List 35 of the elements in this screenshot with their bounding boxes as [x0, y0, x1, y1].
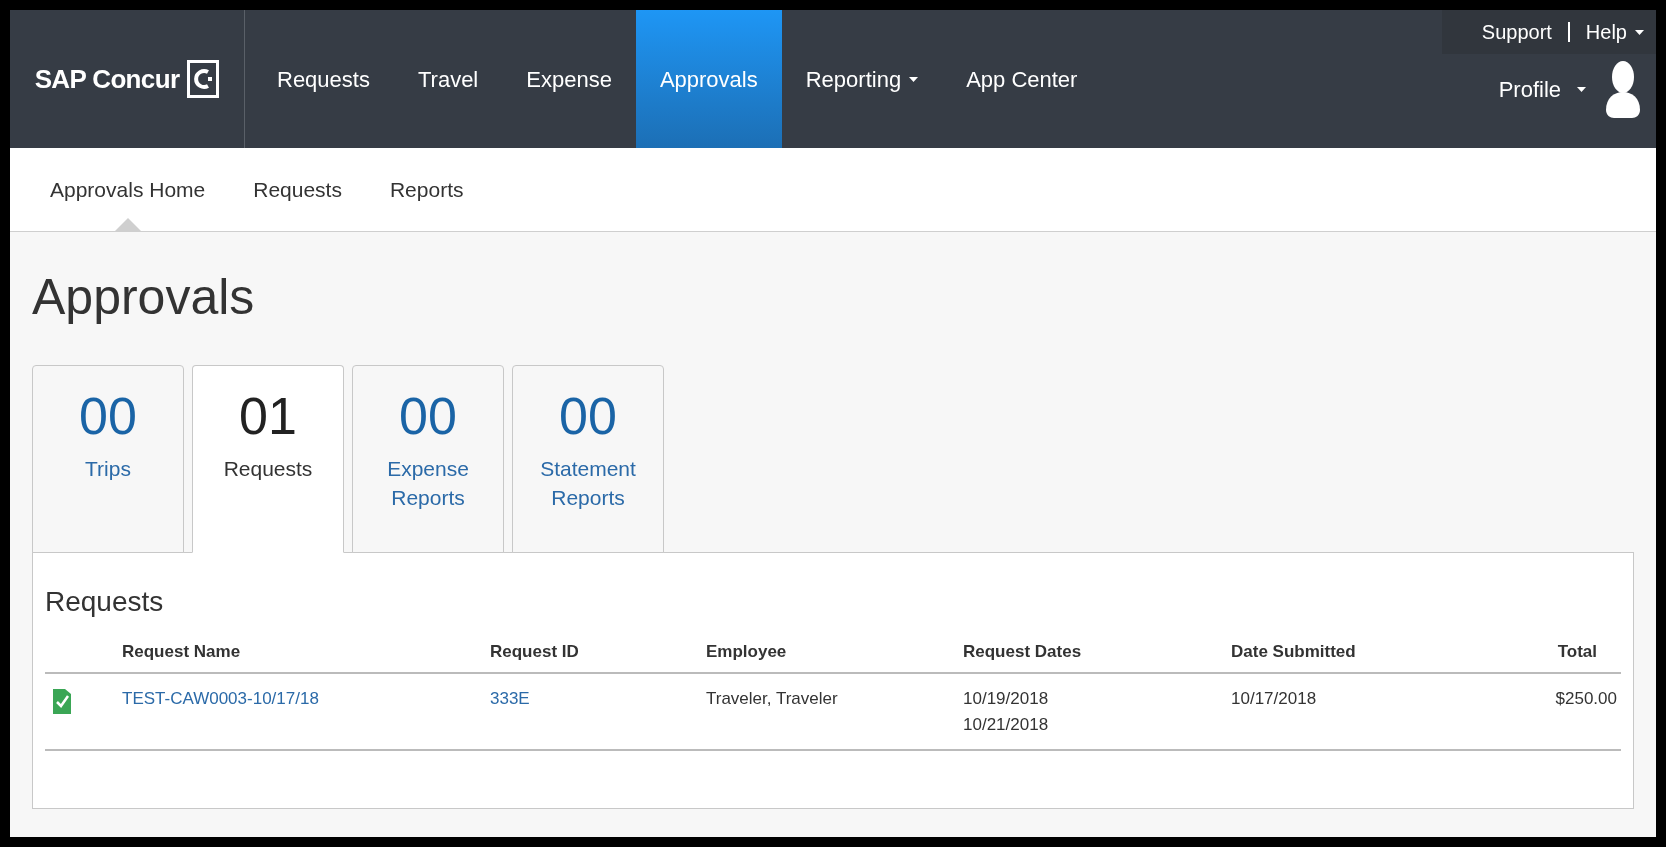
- utility-link[interactable]: Help: [1585, 17, 1644, 47]
- brand-logo-text: SAP Concur: [34, 62, 180, 96]
- profile-menu[interactable]: Profile: [1498, 72, 1586, 106]
- total-cell-text: $250.00: [1555, 688, 1618, 710]
- summary-tab[interactable]: 00 Statement Reports: [512, 364, 664, 553]
- request-date: 10/21/2018: [963, 713, 1050, 736]
- subnav-link[interactable]: Requests: [253, 148, 342, 231]
- request-name-link[interactable]: TEST-CAW0003-10/17/18: [122, 686, 490, 737]
- request-date: 10/19/2018: [963, 688, 1050, 710]
- nav-tab[interactable]: Reporting: [781, 10, 943, 148]
- utility-link[interactable]: Support: [1481, 17, 1552, 47]
- subnav-link[interactable]: Approvals Home: [50, 148, 206, 231]
- caret-icon: [1577, 86, 1586, 92]
- column-header: Total: [1557, 640, 1598, 663]
- column-header: Request Name: [122, 640, 242, 663]
- column-header: Request Dates: [963, 640, 1083, 663]
- nav-tab[interactable]: Approvals: [635, 10, 782, 148]
- date-submitted-cell-text: 10/17/2018: [1231, 688, 1318, 710]
- section-title: Requests: [45, 584, 165, 619]
- request-id-link[interactable]: 333E: [490, 689, 530, 708]
- page-title: Approvals: [32, 268, 256, 327]
- nav-tab[interactable]: App Center: [942, 10, 1102, 148]
- user-avatar-icon[interactable]: [1606, 60, 1640, 118]
- column-header: Request ID: [490, 640, 580, 663]
- summary-tab[interactable]: 00 Expense Reports: [352, 364, 504, 553]
- nav-tab[interactable]: Requests: [253, 10, 394, 148]
- nav-tab[interactable]: Travel: [393, 10, 503, 148]
- column-header: Employee: [706, 640, 788, 663]
- employee-cell-text: Traveler, Traveler: [706, 688, 839, 710]
- subnav-link[interactable]: Reports: [389, 148, 464, 231]
- nav-tab[interactable]: Expense: [502, 10, 636, 148]
- summary-tab[interactable]: 01 Requests: [192, 364, 344, 553]
- brand-logo-icon: [187, 60, 220, 98]
- summary-tab[interactable]: 00 Trips: [32, 364, 184, 553]
- column-header: Date Submitted: [1231, 640, 1357, 663]
